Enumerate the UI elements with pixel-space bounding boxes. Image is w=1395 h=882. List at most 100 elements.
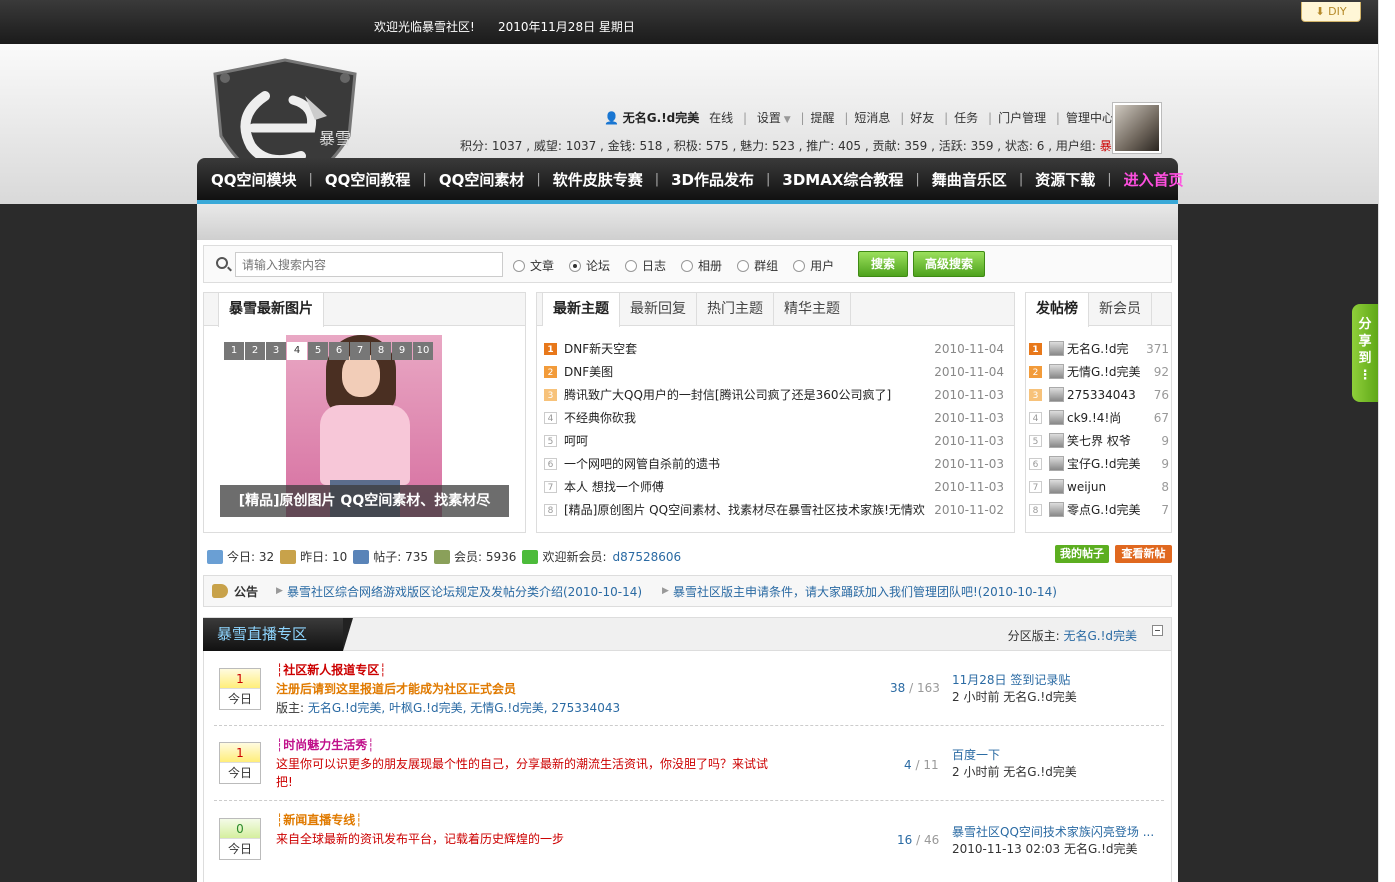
avatar[interactable] [1049,456,1064,471]
nav-item-downloads[interactable]: 资源下载 [1035,169,1095,190]
today-posts-count: 1 [220,669,260,689]
member-link[interactable]: weijun [1067,480,1143,494]
radio-user[interactable]: 用户 [793,257,834,274]
new-member-link[interactable]: d87528606 [613,550,682,564]
nav-item-qzone-materials[interactable]: QQ空间素材 [439,169,525,190]
tab-new-members[interactable]: 新会员 [1089,293,1152,325]
friends-link[interactable]: 好友 [910,111,934,125]
picture-caption[interactable]: [精品]原创图片 QQ空间素材、找素材尽 [220,485,509,517]
member-link[interactable]: 无情G.!d完美 [1067,363,1143,380]
admin-center-link[interactable]: 管理中心 [1066,111,1114,125]
avatar[interactable] [1049,433,1064,448]
topic-link[interactable]: DNF新天空套 [564,340,927,357]
tab-latest-topics[interactable]: 最新主题 [543,293,620,327]
section-title[interactable]: 暴雪直播专区 [203,618,353,651]
page-button[interactable]: 8 [371,342,391,360]
forum-title[interactable]: ┆时尚魅力生活秀┆ [276,736,374,753]
page-button[interactable]: 9 [392,342,412,360]
avatar[interactable] [1049,364,1064,379]
radio-group[interactable]: 群组 [737,257,778,274]
member-link[interactable]: 零点G.!d完美 [1067,501,1143,518]
page-button[interactable]: 2 [245,342,265,360]
announcement-link[interactable]: 暴雪社区版主申请条件，请大家踊跃加入我们管理团队吧!(2010-10-14) [673,583,1057,600]
page-button[interactable]: 7 [350,342,370,360]
page-button-current[interactable]: 4 [287,342,307,360]
members-icon [434,549,451,564]
forum-title[interactable]: ┆新闻直播专线┆ [276,811,362,828]
reminder-link[interactable]: 提醒 [811,111,835,125]
last-post-link[interactable]: 百度一下 [952,748,1000,762]
avatar[interactable] [1049,387,1064,402]
list-item: 2 DNF美图 2010-11-04 [544,360,1004,383]
username-link[interactable]: 无名G.!d完美 [623,111,699,125]
page-button[interactable]: 6 [329,342,349,360]
member-link[interactable]: 宝仔G.!d完美 [1067,455,1143,472]
topic-link[interactable]: [精品]原创图片 QQ空间素材、找素材尽在暴雪社区技术家族!无情欢 [564,501,927,518]
member-link[interactable]: 275334043 [1067,388,1143,402]
avatar[interactable] [1049,341,1064,356]
nav-item-qzone-tutorials[interactable]: QQ空间教程 [325,169,411,190]
moderators-label: 版主: [276,701,305,715]
page-button[interactable]: 3 [266,342,286,360]
moderator-label: 分区版主: [1007,629,1060,643]
tab-hot-topics[interactable]: 热门主题 [697,293,774,325]
collapse-icon[interactable] [1152,625,1163,636]
member-link[interactable]: 笑七界 权爷 [1067,432,1143,449]
nav-item-skins[interactable]: 软件皮肤专赛 [553,169,643,190]
avatar[interactable] [1049,479,1064,494]
nav-item-home[interactable]: 进入首页 [1124,169,1184,190]
topic-link[interactable]: 腾讯致广大QQ用户的一封信[腾讯公司疯了还是360公司疯了] [564,386,927,403]
search-input[interactable] [235,252,503,277]
advanced-search-button[interactable]: 高级搜索 [913,251,985,277]
topic-link[interactable]: 一个网吧的网管自杀前的遗书 [564,455,927,472]
settings-link[interactable]: 设置 [757,111,781,125]
page-button[interactable]: 10 [413,342,433,360]
tab-featured-topics[interactable]: 精华主题 [774,293,851,325]
last-post: 暴雪社区QQ空间技术家族闪亮登场 ... 2010-11-13 02:03 无名G… [952,823,1154,857]
tab-latest-replies[interactable]: 最新回复 [620,293,697,325]
radio-album[interactable]: 相册 [681,257,722,274]
nav-item-3d-works[interactable]: 3D作品发布 [671,169,754,190]
share-tab[interactable]: 分享到 ⋮ [1352,304,1378,402]
scrollbar[interactable] [1378,0,1395,882]
last-post-link[interactable]: 11月28日 签到记录贴 [952,673,1070,687]
topic-link[interactable]: 本人 想找一个师傅 [564,478,927,495]
member-link[interactable]: ck9.!4!尚 [1067,409,1143,426]
search-button[interactable]: 搜索 [858,251,908,277]
member-link[interactable]: 无名G.!d完 [1067,340,1143,357]
forum-title[interactable]: ┆社区新人报道专区┆ [276,661,386,678]
radio-blog[interactable]: 日志 [625,257,666,274]
topic-link[interactable]: 不经典你砍我 [564,409,927,426]
diy-button[interactable]: ⬇ DIY [1301,2,1361,22]
today-count: 今日: 32 [227,550,275,564]
avatar[interactable] [1049,410,1064,425]
page-button[interactable]: 1 [224,342,244,360]
new-posts-button[interactable]: 查看新帖 [1115,545,1172,563]
nav-item-3dmax[interactable]: 3DMAX综合教程 [782,169,903,190]
list-item: 4 不经典你砍我 2010-11-03 [544,406,1004,429]
tasks-link[interactable]: 任务 [954,111,978,125]
document-icon [353,549,370,564]
topic-link[interactable]: DNF美图 [564,363,927,380]
announcement-link[interactable]: 暴雪社区综合网络游戏版区论坛规定及发帖分类介绍(2010-10-14) [287,583,642,600]
topic-link[interactable]: 呵呵 [564,432,927,449]
last-post-link[interactable]: 暴雪社区QQ空间技术家族闪亮登场 ... [952,825,1154,839]
nav-item-music[interactable]: 舞曲音乐区 [932,169,1007,190]
moderators-links[interactable]: 无名G.!d完美, 叶枫G.!d完美, 无情G.!d完美, 275334043 [308,701,620,715]
nav-separator: | [536,171,541,187]
main-nav: QQ空间模块 | QQ空间教程 | QQ空间素材 | 软件皮肤专赛 | 3D作品发布 | … [197,158,1184,200]
page-button[interactable]: 5 [308,342,328,360]
portal-admin-link[interactable]: 门户管理 [998,111,1046,125]
tab-latest-pictures[interactable]: 暴雪最新图片 [218,293,324,327]
radio-article[interactable]: 文章 [513,257,554,274]
list-item: 3 腾讯致广大QQ用户的一封信[腾讯公司疯了还是360公司疯了] 2010-11-0… [544,383,1004,406]
tab-post-ranking[interactable]: 发帖榜 [1026,293,1089,327]
messages-link[interactable]: 短消息 [854,111,890,125]
radio-forum[interactable]: 论坛 [569,257,610,274]
nav-item-qzone-modules[interactable]: QQ空间模块 [211,169,297,190]
avatar[interactable] [1112,102,1162,154]
topic-date: 2010-11-04 [934,341,1004,356]
my-posts-button[interactable]: 我的帖子 [1055,545,1109,563]
avatar[interactable] [1049,502,1064,517]
moderator-link[interactable]: 无名G.!d完美 [1063,629,1137,643]
